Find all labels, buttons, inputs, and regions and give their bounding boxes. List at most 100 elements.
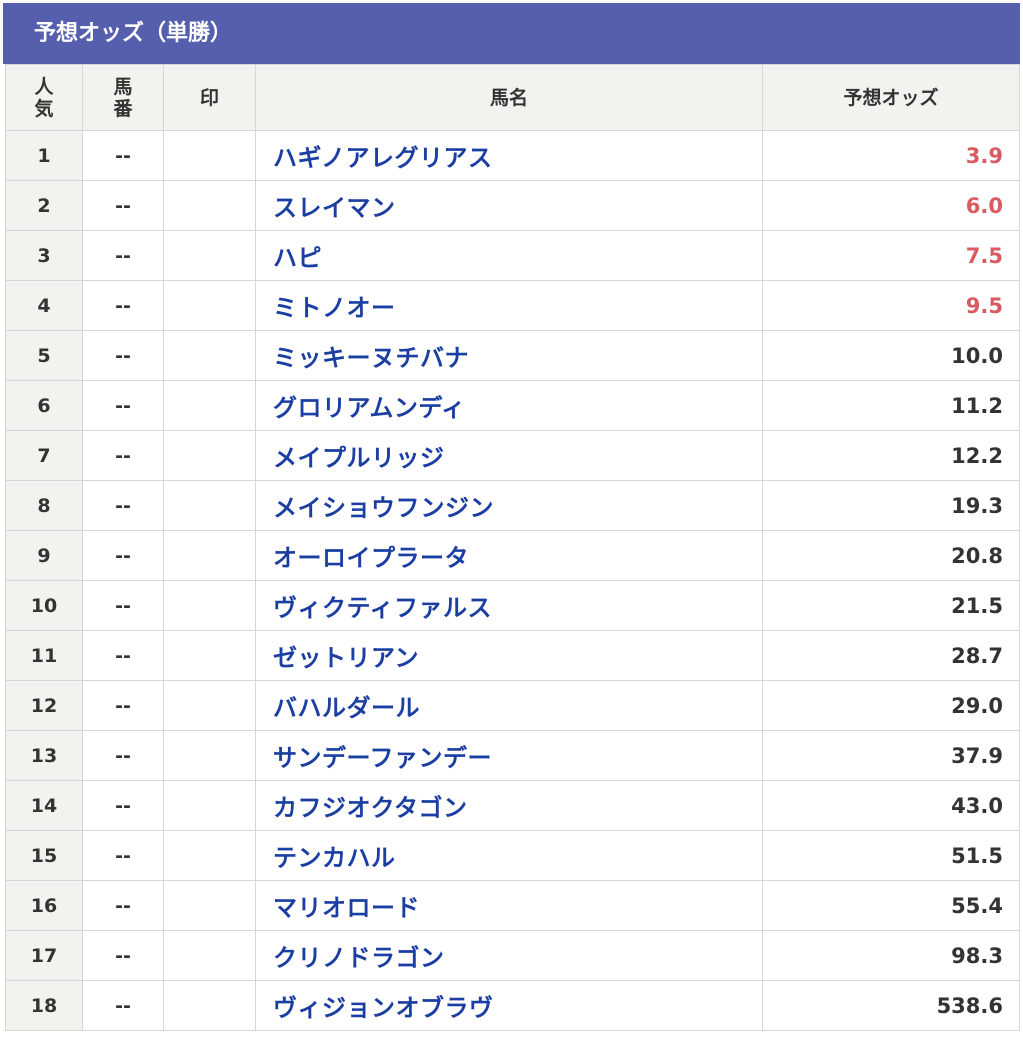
mark-cell[interactable] [163,480,256,531]
odds-cell: 29.0 [762,680,1020,731]
horse-number-cell: -- [82,980,164,1031]
popularity-rank-cell: 8 [5,480,83,531]
odds-cell: 98.3 [762,930,1020,981]
horse-name-link[interactable]: マリオロード [273,894,420,922]
table-row: 11 -- ゼットリアン 28.7 [5,630,1020,681]
mark-cell[interactable] [163,980,256,1031]
odds-cell: 43.0 [762,780,1020,831]
popularity-rank-cell: 5 [5,330,83,381]
table-row: 5 -- ミッキーヌチバナ 10.0 [5,330,1020,381]
table-row: 4 -- ミトノオー 9.5 [5,280,1020,331]
odds-table: 人 気 馬 番 印 馬名 予想オッズ 1 -- ハギノアレグリアス 3.9 2 -- スレイ… [5,64,1020,1031]
horse-name-link[interactable]: メイプルリッジ [273,444,445,472]
table-row: 9 -- オーロイプラータ 20.8 [5,530,1020,581]
column-header-umaban: 馬 番 [82,64,164,131]
table-row: 13 -- サンデーファンデー 37.9 [5,730,1020,781]
horse-number-cell: -- [82,280,164,331]
popularity-rank-cell: 18 [5,980,83,1031]
table-row: 10 -- ヴィクティファルス 21.5 [5,580,1020,631]
horse-name-link[interactable]: グロリアムンディ [273,394,466,422]
mark-cell[interactable] [163,530,256,581]
horse-number-cell: -- [82,730,164,781]
odds-cell: 51.5 [762,830,1020,881]
table-row: 1 -- ハギノアレグリアス 3.9 [5,130,1020,181]
table-row: 14 -- カフジオクタゴン 43.0 [5,780,1020,831]
horse-name-link[interactable]: ヴィジョンオブラヴ [273,994,494,1022]
odds-table-body: 1 -- ハギノアレグリアス 3.9 2 -- スレイマン 6.0 3 -- ハピ 7.5 4 -- ミトノ… [5,130,1020,1031]
horse-name-cell: ヴィジョンオブラヴ [255,980,763,1031]
horse-name-link[interactable]: バハルダール [273,694,420,722]
mark-cell[interactable] [163,130,256,181]
mark-cell[interactable] [163,930,256,981]
mark-cell[interactable] [163,630,256,681]
panel-title: 予想オッズ（単勝） [3,3,1020,64]
popularity-rank-cell: 13 [5,730,83,781]
horse-number-cell: -- [82,930,164,981]
horse-name-link[interactable]: ゼットリアン [273,644,419,672]
table-row: 3 -- ハピ 7.5 [5,230,1020,281]
mark-cell[interactable] [163,830,256,881]
mark-cell[interactable] [163,580,256,631]
horse-name-link[interactable]: カフジオクタゴン [273,794,468,822]
horse-name-link[interactable]: オーロイプラータ [273,544,469,572]
odds-cell: 9.5 [762,280,1020,331]
table-row: 15 -- テンカハル 51.5 [5,830,1020,881]
horse-number-cell: -- [82,430,164,481]
odds-cell: 28.7 [762,630,1020,681]
horse-number-cell: -- [82,330,164,381]
horse-number-cell: -- [82,630,164,681]
odds-cell: 538.6 [762,980,1020,1031]
horse-name-cell: グロリアムンディ [255,380,763,431]
table-row: 17 -- クリノドラゴン 98.3 [5,930,1020,981]
mark-cell[interactable] [163,230,256,281]
horse-name-cell: スレイマン [255,180,763,231]
mark-cell[interactable] [163,730,256,781]
odds-cell: 3.9 [762,130,1020,181]
popularity-rank-cell: 7 [5,430,83,481]
table-row: 16 -- マリオロード 55.4 [5,880,1020,931]
table-header-row: 人 気 馬 番 印 馬名 予想オッズ [5,64,1020,131]
mark-cell[interactable] [163,430,256,481]
horse-name-cell: メイプルリッジ [255,430,763,481]
horse-name-cell: カフジオクタゴン [255,780,763,831]
horse-name-link[interactable]: ヴィクティファルス [273,594,492,622]
horse-name-link[interactable]: サンデーファンデー [273,744,492,772]
mark-cell[interactable] [163,680,256,731]
horse-name-cell: クリノドラゴン [255,930,763,981]
popularity-rank-cell: 6 [5,380,83,431]
horse-number-cell: -- [82,180,164,231]
table-row: 18 -- ヴィジョンオブラヴ 538.6 [5,980,1020,1031]
mark-cell[interactable] [163,880,256,931]
odds-cell: 10.0 [762,330,1020,381]
horse-name-link[interactable]: メイショウフンジン [273,494,494,522]
horse-name-cell: ヴィクティファルス [255,580,763,631]
popularity-rank-cell: 16 [5,880,83,931]
odds-cell: 11.2 [762,380,1020,431]
horse-name-link[interactable]: ハピ [273,244,322,272]
popularity-rank-cell: 9 [5,530,83,581]
horse-name-link[interactable]: ミトノオー [273,294,396,322]
mark-cell[interactable] [163,380,256,431]
horse-number-cell: -- [82,380,164,431]
horse-name-link[interactable]: クリノドラゴン [273,944,445,972]
horse-name-link[interactable]: ハギノアレグリアス [273,144,493,172]
column-header-horse-name: 馬名 [255,64,763,131]
mark-cell[interactable] [163,330,256,381]
horse-name-link[interactable]: テンカハル [273,844,396,872]
horse-name-cell: メイショウフンジン [255,480,763,531]
horse-name-cell: ハギノアレグリアス [255,130,763,181]
odds-cell: 20.8 [762,530,1020,581]
horse-name-cell: バハルダール [255,680,763,731]
horse-number-cell: -- [82,130,164,181]
mark-cell[interactable] [163,280,256,331]
horse-number-cell: -- [82,530,164,581]
mark-cell[interactable] [163,780,256,831]
horse-name-cell: ミッキーヌチバナ [255,330,763,381]
table-row: 8 -- メイショウフンジン 19.3 [5,480,1020,531]
popularity-rank-cell: 12 [5,680,83,731]
horse-name-link[interactable]: ミッキーヌチバナ [273,344,469,372]
mark-cell[interactable] [163,180,256,231]
popularity-rank-cell: 2 [5,180,83,231]
horse-name-link[interactable]: スレイマン [273,194,396,222]
horse-number-cell: -- [82,830,164,881]
